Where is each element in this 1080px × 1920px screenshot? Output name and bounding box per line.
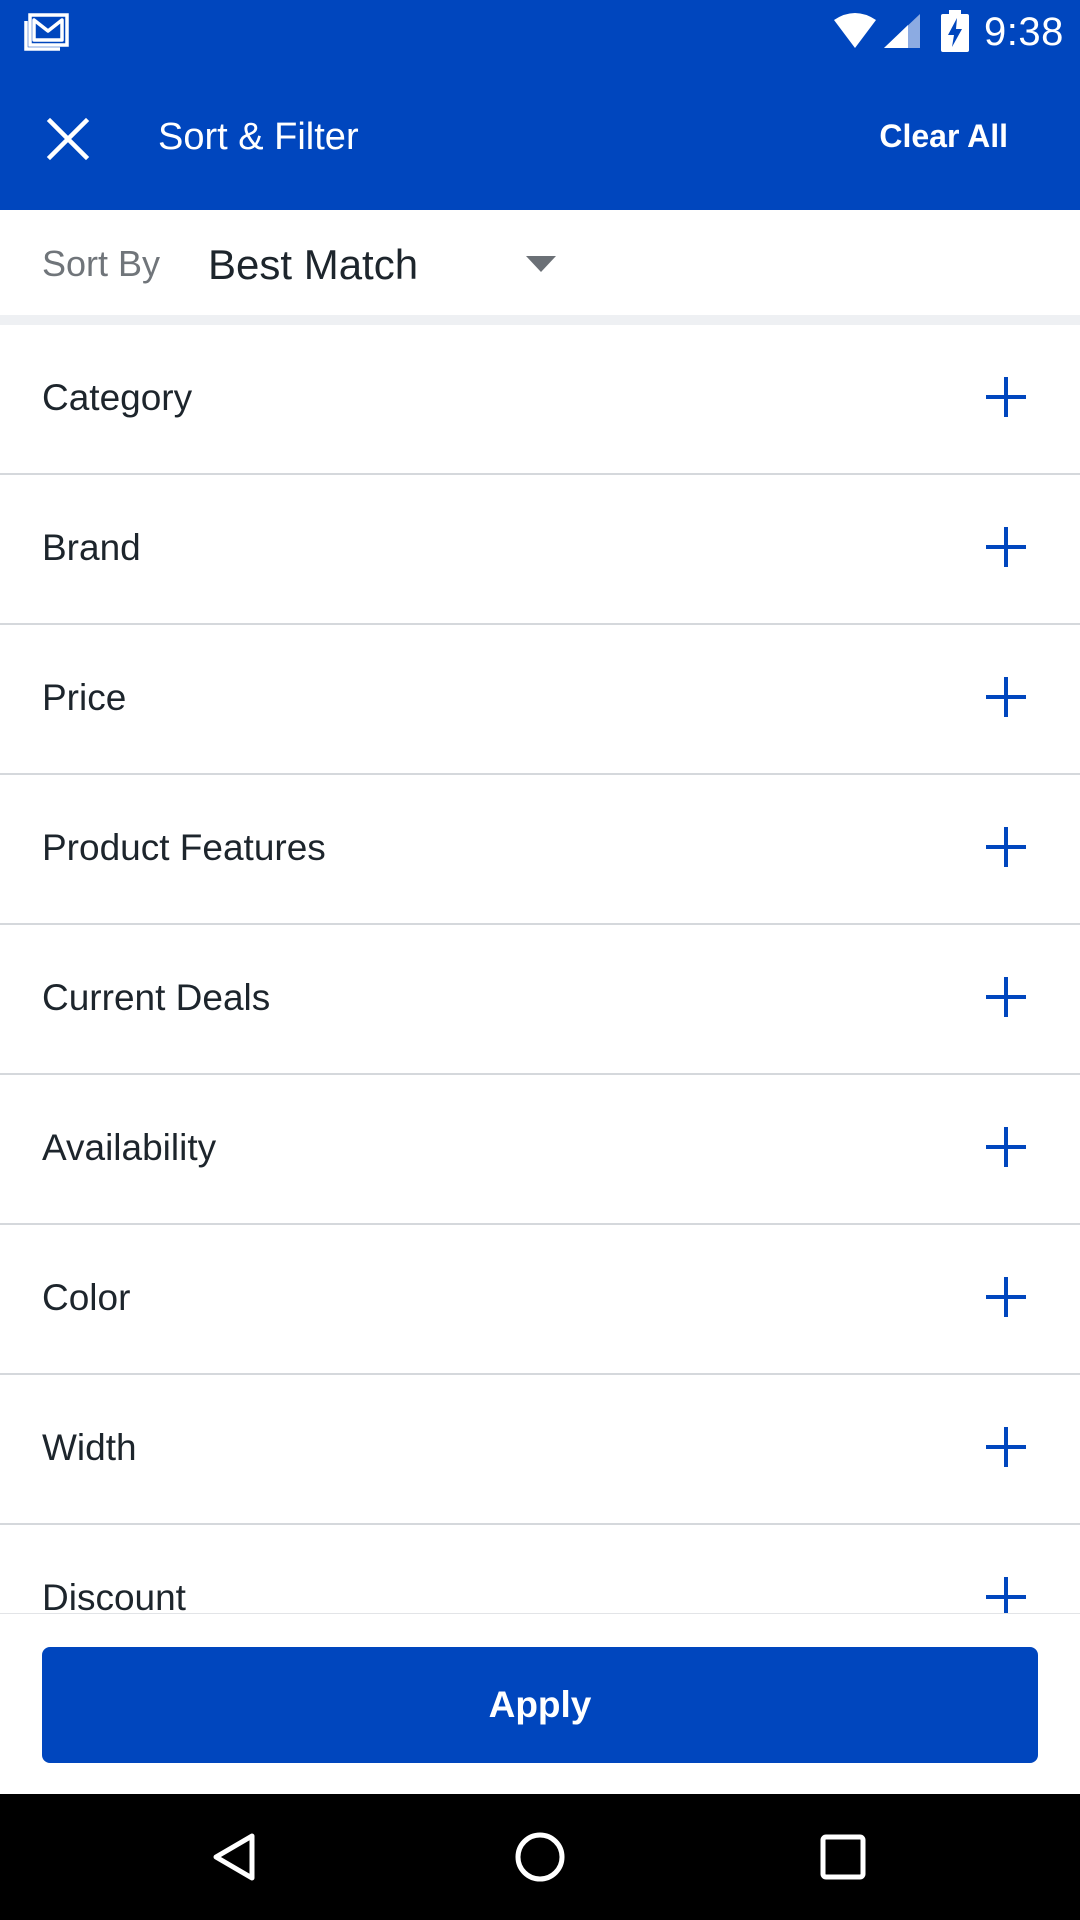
sort-filter-screen: 9:38 Sort & Filter Clear All Sort By Bes… (0, 0, 1080, 1920)
caret-down-icon (526, 256, 556, 272)
filter-item-discount[interactable]: Discount (0, 1525, 1080, 1613)
status-time: 9:38 (984, 10, 1064, 54)
close-button[interactable] (28, 99, 108, 179)
wifi-icon (834, 13, 876, 48)
filter-item-color[interactable]: Color (0, 1225, 1080, 1375)
battery-charging-icon (941, 10, 969, 52)
filter-item-price[interactable]: Price (0, 625, 1080, 775)
apply-button[interactable]: Apply (42, 1647, 1038, 1763)
system-nav-bar (0, 1794, 1080, 1920)
filter-label: Color (42, 1277, 131, 1318)
filter-label: Category (42, 377, 193, 418)
filter-label: Brand (42, 527, 141, 568)
plus-icon (986, 377, 1026, 417)
filter-label: Discount (42, 1577, 186, 1613)
filter-item-availability[interactable]: Availability (0, 1075, 1080, 1225)
sort-by-dropdown[interactable]: Best Match (200, 228, 570, 298)
filter-label: Availability (42, 1127, 217, 1168)
app-bar: Sort & Filter Clear All (0, 63, 1080, 210)
plus-icon (986, 1577, 1026, 1613)
filter-label: Current Deals (42, 977, 271, 1018)
recents-icon[interactable] (808, 1822, 878, 1892)
filter-label: Price (42, 677, 127, 718)
plus-icon (986, 527, 1026, 567)
apply-footer: Apply (0, 1613, 1080, 1795)
filter-list: Category Brand Price Product Features Cu… (0, 325, 1080, 1613)
sort-row: Sort By Best Match (0, 210, 1080, 315)
sort-by-value: Best Match (208, 241, 419, 288)
filter-label: Product Features (42, 827, 326, 868)
clear-all-button[interactable]: Clear All (879, 115, 1008, 157)
cell-signal-icon (884, 14, 920, 48)
gmail-icon (24, 13, 69, 51)
plus-icon (986, 1427, 1026, 1467)
plus-icon (986, 977, 1026, 1017)
filter-label: Width (42, 1427, 137, 1468)
filter-item-product-features[interactable]: Product Features (0, 775, 1080, 925)
filter-item-brand[interactable]: Brand (0, 475, 1080, 625)
sort-by-label: Sort By (42, 243, 161, 284)
plus-icon (986, 1127, 1026, 1167)
filter-item-current-deals[interactable]: Current Deals (0, 925, 1080, 1075)
back-icon[interactable] (200, 1822, 270, 1892)
filter-item-category[interactable]: Category (0, 325, 1080, 475)
section-divider (0, 315, 1080, 325)
plus-icon (986, 827, 1026, 867)
page-title: Sort & Filter (158, 116, 359, 158)
status-bar: 9:38 (0, 0, 1080, 63)
close-icon (46, 117, 90, 161)
plus-icon (986, 1277, 1026, 1317)
home-icon[interactable] (505, 1822, 575, 1892)
filter-item-width[interactable]: Width (0, 1375, 1080, 1525)
plus-icon (986, 677, 1026, 717)
